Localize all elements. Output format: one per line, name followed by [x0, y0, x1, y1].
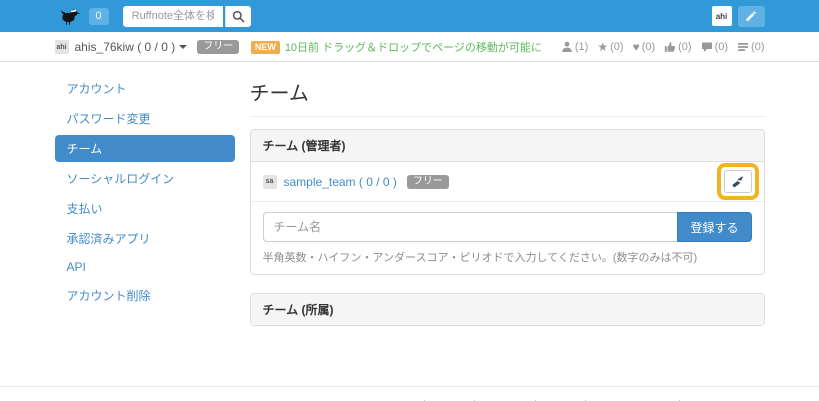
team-name-help-text: 半角英数・ハイフン・アンダースコア・ピリオドで入力してください。(数字のみは不可… — [263, 249, 752, 265]
thumbs-up-icon — [664, 41, 676, 53]
bird-logo-icon[interactable] — [59, 5, 81, 27]
search-icon — [232, 10, 245, 23]
footer: © 2013 mindia Inc. ホーム プラン トレンド ヘルプ 最近のア… — [0, 386, 819, 401]
members-count: (1) — [575, 41, 588, 53]
team-name-input[interactable] — [263, 212, 678, 242]
sidebar-item-password[interactable]: パスワード変更 — [55, 105, 235, 132]
sidebar-item-account[interactable]: アカウント — [55, 75, 235, 102]
hearts-count: (0) — [642, 41, 655, 53]
new-badge: NEW — [251, 41, 280, 54]
heart-icon: ♥ — [633, 41, 640, 53]
members-stat[interactable]: (1) — [561, 41, 588, 53]
list-icon — [737, 41, 749, 53]
sidebar-item-delete-account[interactable]: アカウント削除 — [55, 282, 235, 309]
feed-count: (0) — [751, 41, 764, 53]
sidebar-item-api[interactable]: API — [55, 255, 235, 279]
sidebar-item-social-login[interactable]: ソーシャルログイン — [55, 165, 235, 192]
stats-bar: (1) ★ (0) ♥ (0) (0) — [552, 41, 765, 53]
stars-count: (0) — [610, 41, 623, 53]
team-name-link[interactable]: sample_team ( 0 / 0 ) — [284, 175, 397, 189]
admin-team-panel: チーム (管理者) sa sample_team ( 0 / 0 ) フリー — [250, 129, 765, 275]
wrench-icon — [732, 176, 744, 188]
top-navbar: 0 ahi — [0, 0, 819, 32]
register-button[interactable]: 登録する — [677, 212, 751, 242]
user-avatar[interactable]: ahi — [712, 6, 732, 26]
site-search — [123, 6, 251, 27]
stars-stat[interactable]: ★ (0) — [597, 41, 623, 53]
admin-panel-header: チーム (管理者) — [251, 130, 764, 162]
search-input[interactable] — [123, 6, 223, 27]
likes-count: (0) — [678, 41, 691, 53]
create-team-form: 登録する 半角英数・ハイフン・アンダースコア・ピリオドで入力してください。(数字… — [251, 202, 764, 274]
comments-count: (0) — [715, 41, 728, 53]
team-row: sa sample_team ( 0 / 0 ) フリー — [251, 162, 764, 202]
user-avatar-small[interactable]: ahi — [55, 40, 69, 54]
likes-stat[interactable]: (0) — [664, 41, 691, 53]
person-icon — [561, 41, 573, 53]
settings-sidebar: アカウント パスワード変更 チーム ソーシャルログイン 支払い 承認済みアプリ … — [55, 75, 235, 344]
star-icon: ★ — [597, 41, 608, 53]
new-page-button[interactable] — [738, 6, 765, 27]
hearts-stat[interactable]: ♥ (0) — [633, 41, 656, 53]
sidebar-item-team[interactable]: チーム — [55, 135, 235, 162]
team-plan-badge: フリー — [407, 175, 449, 189]
comments-stat[interactable]: (0) — [701, 41, 728, 53]
team-settings-button[interactable] — [724, 170, 752, 193]
sidebar-item-payment[interactable]: 支払い — [55, 195, 235, 222]
search-button[interactable] — [225, 6, 251, 27]
pencil-icon — [745, 10, 757, 22]
chevron-down-icon — [179, 45, 187, 49]
username-dropdown[interactable]: ahis_76kiw ( 0 / 0 ) — [75, 40, 176, 54]
feed-stat[interactable]: (0) — [737, 41, 764, 53]
title-divider — [250, 116, 765, 117]
news-link[interactable]: 10日前 ドラッグ＆ドロップでページの移動が可能に — [285, 39, 542, 55]
sidebar-item-approved-apps[interactable]: 承認済みアプリ — [55, 225, 235, 252]
page-title: チーム — [250, 77, 765, 106]
notification-count-badge[interactable]: 0 — [89, 8, 109, 25]
member-panel-header: チーム (所属) — [251, 294, 764, 325]
plan-badge: フリー — [197, 40, 239, 54]
user-bar: ahi ahis_76kiw ( 0 / 0 ) フリー NEW 10日前 ドラ… — [0, 32, 819, 62]
member-team-panel: チーム (所属) — [250, 293, 765, 326]
comment-icon — [701, 41, 713, 53]
team-avatar: sa — [263, 175, 277, 189]
